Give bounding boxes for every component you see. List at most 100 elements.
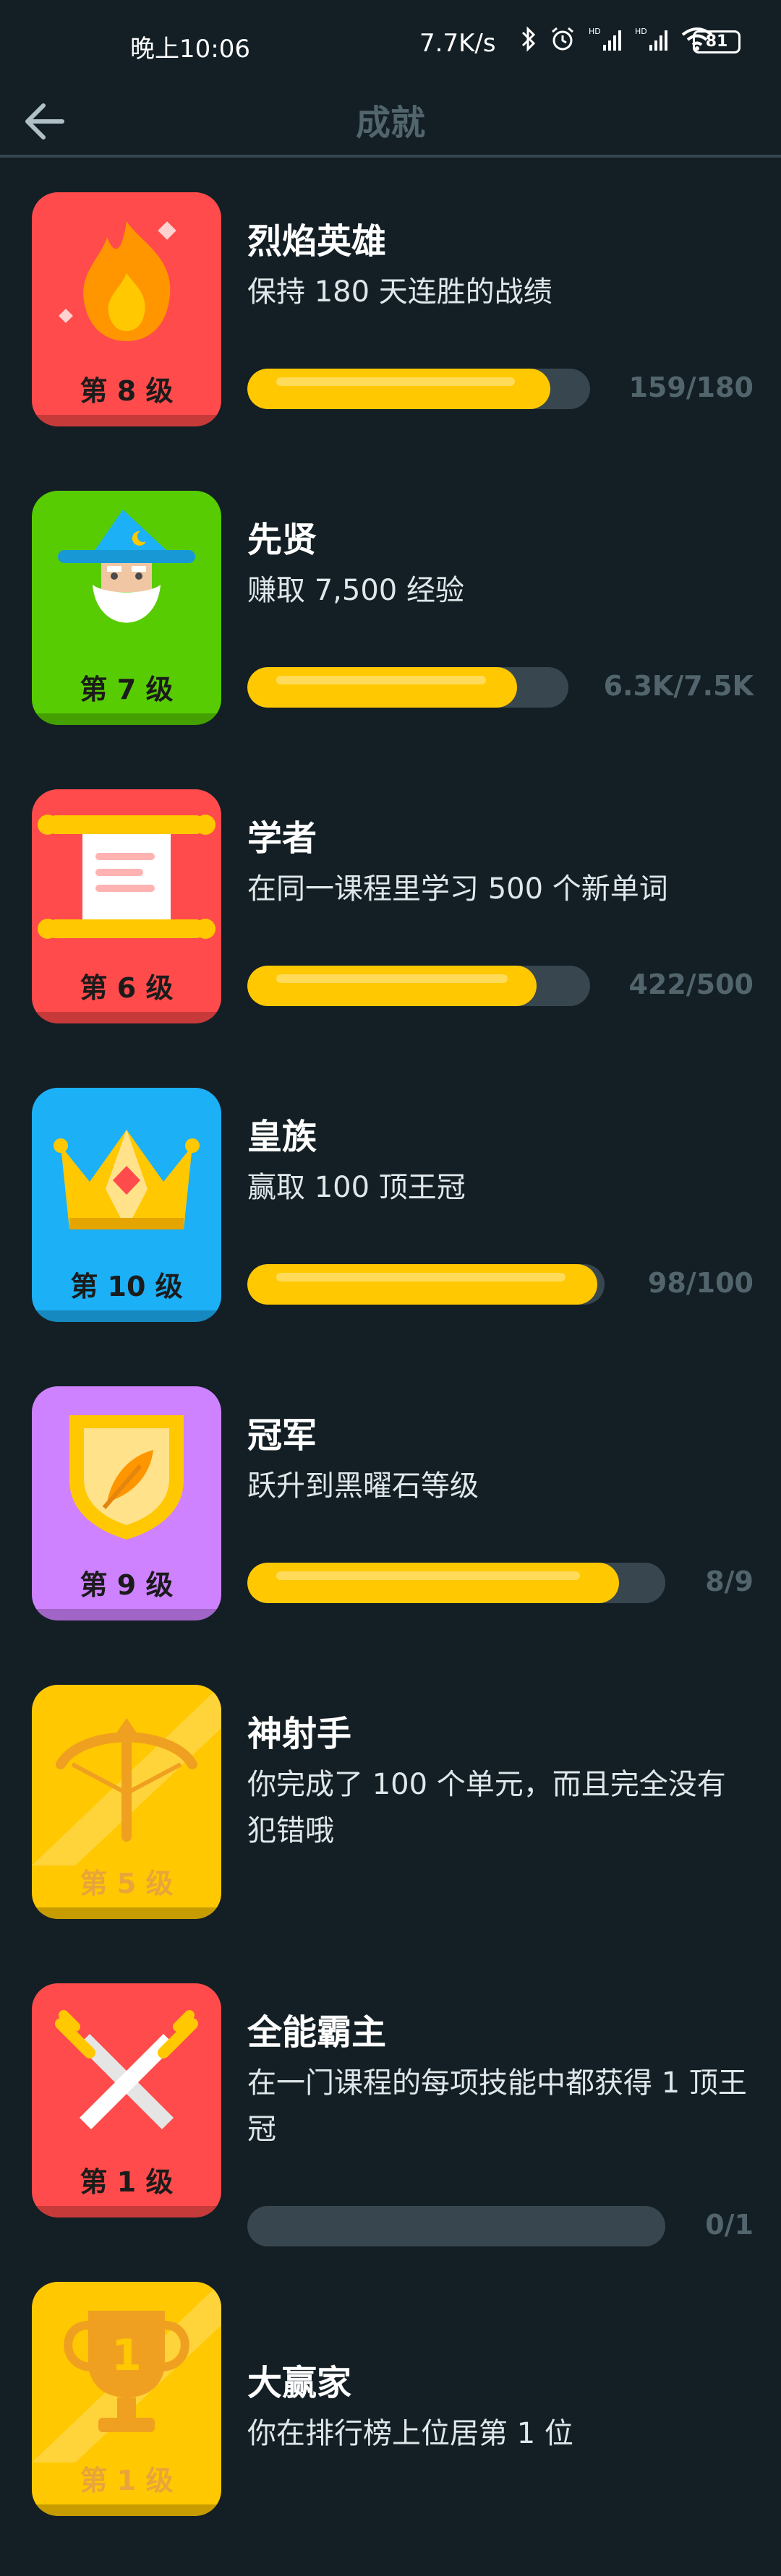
progress-text: 0/1 <box>705 2209 754 2241</box>
shield-icon <box>69 1415 184 1540</box>
trophy-icon: 1 <box>32 2282 221 2463</box>
status-time: 晚上10:06 <box>130 35 250 64</box>
achievement-item[interactable]: 第 10 级 皇族 赢取 100 顶王冠 98/100 <box>0 1083 781 1382</box>
badge-level: 第 8 级 <box>80 375 174 407</box>
achievement-badge: 第 1 级 <box>32 1983 221 2217</box>
progress-row: 98/100 <box>247 1261 754 1305</box>
progress-track <box>247 966 590 1006</box>
achievement-badge: 1 第 1 级 <box>32 2282 221 2516</box>
achievement-info: 皇族 赢取 100 顶王冠 98/100 <box>247 1115 754 1305</box>
achievement-badge: 第 10 级 <box>32 1088 221 1322</box>
achievement-info: 大赢家 你在排行榜上位居第 1 位 <box>247 2361 754 2457</box>
svg-text:1: 1 <box>111 2330 142 2381</box>
badge-level: 第 6 级 <box>80 972 174 1004</box>
achievement-item[interactable]: 1 第 1 级 大赢家 你在排行榜上位居第 1 位 <box>0 2277 781 2576</box>
flame-icon <box>59 221 176 341</box>
progress-text: 98/100 <box>647 1267 754 1299</box>
achievement-description: 你在排行榜上位居第 1 位 <box>247 2417 573 2450</box>
badge-level: 第 10 级 <box>70 1271 183 1302</box>
badge-shadow <box>32 1907 221 1919</box>
svg-text:HD: HD <box>635 27 647 36</box>
achievement-item[interactable]: 第 9 级 冠军 跃升到黑曜石等级 8/9 <box>0 1382 781 1680</box>
badge-shadow <box>32 713 221 725</box>
progress-text: 422/500 <box>628 969 754 1000</box>
achievement-description: 你完成了 100 个单元，而且完全没有犯错哦 <box>247 1768 726 1847</box>
achievement-title: 学者 <box>247 818 317 859</box>
achievement-title: 神射手 <box>247 1714 352 1754</box>
progress-row: 0/1 <box>247 2203 754 2246</box>
achievement-info: 全能霸主 在一门课程的每项技能中都获得 1 顶王冠 0/1 <box>247 2011 754 2246</box>
progress-row: 422/500 <box>247 963 754 1006</box>
progress-fill <box>247 369 550 409</box>
badge-shadow <box>32 415 221 426</box>
achievement-title: 先贤 <box>247 520 317 560</box>
status-icons: HD HD <box>521 26 713 52</box>
svg-text:HD: HD <box>589 27 601 36</box>
achievement-title: 烈焰英雄 <box>247 221 387 262</box>
progress-track <box>247 1264 605 1305</box>
achievement-description: 在同一课程里学习 500 个新单词 <box>247 872 668 906</box>
header: 成就 <box>0 87 781 156</box>
badge-level: 第 1 级 <box>80 2166 174 2198</box>
badge-level: 第 9 级 <box>80 1569 174 1601</box>
badge-shadow <box>32 1609 221 1620</box>
achievement-item[interactable]: 第 6 级 学者 在同一课程里学习 500 个新单词 422/500 <box>0 785 781 1083</box>
progress-text: 8/9 <box>705 1566 754 1597</box>
badge-level: 第 1 级 <box>80 2465 174 2496</box>
fill-shine <box>276 1273 566 1281</box>
badge-shadow <box>32 2504 221 2516</box>
wizard-icon <box>58 510 195 623</box>
achievement-item[interactable]: 第 5 级 神射手 你完成了 100 个单元，而且完全没有犯错哦 <box>0 1680 781 1979</box>
progress-text: 159/180 <box>628 372 754 403</box>
scroll-icon <box>38 815 215 939</box>
crossbow-icon <box>32 1685 221 1866</box>
progress-row: 159/180 <box>247 366 754 409</box>
progress-track <box>247 667 568 708</box>
header-divider <box>0 155 781 158</box>
badge-shadow <box>32 1310 221 1322</box>
achievement-badge: 第 9 级 <box>32 1386 221 1620</box>
achievement-description: 跃升到黑曜石等级 <box>247 1469 479 1503</box>
achievement-item[interactable]: 第 7 级 先贤 赚取 7,500 经验 6.3K/7.5K <box>0 486 781 785</box>
progress-track <box>247 2206 665 2246</box>
achievement-description: 保持 180 天连胜的战绩 <box>247 275 552 309</box>
achievement-title: 冠军 <box>247 1415 317 1456</box>
achievement-description: 在一门课程的每项技能中都获得 1 顶王冠 <box>247 2066 747 2146</box>
badge-level: 第 5 级 <box>80 1868 174 1899</box>
progress-track <box>247 1563 665 1603</box>
achievement-title: 皇族 <box>247 1117 317 1157</box>
achievement-title: 大赢家 <box>247 2363 352 2403</box>
progress-row: 6.3K/7.5K <box>247 664 754 708</box>
badge-shadow <box>32 2206 221 2217</box>
progress-fill <box>247 1264 598 1305</box>
page-title: 成就 <box>355 103 425 143</box>
crossed-swords-icon <box>55 2010 198 2129</box>
achievement-list: 第 8 级 烈焰英雄 保持 180 天连胜的战绩 159/180 第 7 级 先… <box>0 188 781 2576</box>
fill-shine <box>276 377 515 386</box>
progress-track <box>247 369 590 409</box>
achievement-info: 学者 在同一课程里学习 500 个新单词 422/500 <box>247 817 754 1006</box>
achievement-info: 烈焰英雄 保持 180 天连胜的战绩 159/180 <box>247 220 754 409</box>
achievement-item[interactable]: 第 8 级 烈焰英雄 保持 180 天连胜的战绩 159/180 <box>0 188 781 486</box>
progress-fill <box>247 966 537 1006</box>
alarm-icon <box>552 27 573 51</box>
achievement-description: 赢取 100 顶王冠 <box>247 1171 466 1204</box>
achievement-info: 冠军 跃升到黑曜石等级 8/9 <box>247 1414 754 1603</box>
progress-text: 6.3K/7.5K <box>603 670 754 702</box>
achievement-item[interactable]: 第 1 级 全能霸主 在一门课程的每项技能中都获得 1 顶王冠 0/1 <box>0 1979 781 2277</box>
progress-row: 8/9 <box>247 1560 754 1603</box>
achievement-badge: 第 7 级 <box>32 491 221 725</box>
badge-shadow <box>32 1012 221 1023</box>
achievement-badge: 第 8 级 <box>32 192 221 426</box>
crown-icon <box>54 1130 200 1229</box>
achievement-badge: 第 5 级 <box>32 1685 221 1919</box>
fill-shine <box>276 974 508 983</box>
signal-icon: HD <box>589 27 621 51</box>
fill-shine <box>276 676 486 684</box>
achievement-description: 赚取 7,500 经验 <box>247 574 464 607</box>
achievement-title: 全能霸主 <box>247 2012 387 2053</box>
achievement-info: 神射手 你完成了 100 个单元，而且完全没有犯错哦 <box>247 1712 754 1854</box>
achievement-badge: 第 6 级 <box>32 789 221 1023</box>
battery-icon: 81 <box>693 30 741 53</box>
progress-fill <box>247 667 517 708</box>
